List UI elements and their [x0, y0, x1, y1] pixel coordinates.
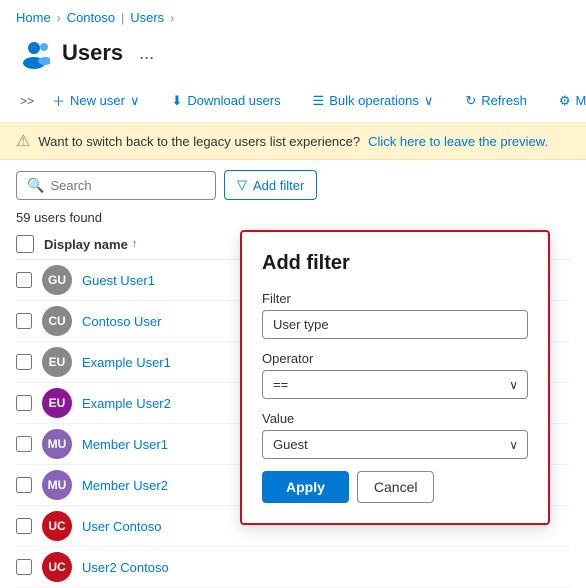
refresh-icon: ↻	[465, 93, 476, 109]
gear-icon: ⚙	[559, 93, 571, 109]
toolbar: >> ＋ New user ∨ ⬇ Download users ☰ Bulk …	[0, 79, 586, 123]
avatar: UC	[42, 552, 72, 582]
download-users-button[interactable]: ⬇ Download users	[161, 87, 290, 115]
avatar: GU	[42, 265, 72, 295]
user-name-link[interactable]: Member User1	[82, 437, 168, 452]
breadcrumb-sep-1: ›	[57, 11, 61, 25]
download-label: Download users	[187, 93, 280, 108]
row-checkbox[interactable]	[16, 354, 32, 370]
new-user-chevron: ∨	[130, 93, 140, 109]
add-filter-button[interactable]: ▽ Add filter	[224, 170, 317, 200]
user-name-link[interactable]: Example User2	[82, 396, 171, 411]
avatar: MU	[42, 429, 72, 459]
search-input[interactable]	[50, 178, 205, 193]
filter-panel-title: Add filter	[262, 252, 528, 275]
breadcrumb-sep-3: ›	[170, 11, 174, 25]
refresh-button[interactable]: ↻ Refresh	[455, 87, 536, 115]
filter-actions: Apply Cancel	[262, 471, 528, 503]
row-checkbox[interactable]	[16, 477, 32, 493]
page-header: Users ...	[0, 31, 586, 79]
page-more-btn[interactable]: ...	[133, 41, 160, 66]
breadcrumb-home[interactable]: Home	[16, 10, 51, 25]
bulk-label: Bulk operations	[329, 93, 419, 108]
avatar: CU	[42, 306, 72, 336]
apply-button[interactable]: Apply	[262, 471, 349, 503]
filter-field-input[interactable]	[262, 310, 528, 339]
new-user-label: New user	[70, 93, 125, 108]
user-name-link[interactable]: Contoso User	[82, 314, 161, 329]
value-label: Value	[262, 411, 528, 426]
avatar: EU	[42, 388, 72, 418]
filter-field-label: Filter	[262, 291, 528, 306]
user-name-link[interactable]: User Contoso	[82, 519, 161, 534]
preview-link[interactable]: Click here to leave the preview.	[368, 134, 548, 149]
table-row: UC User2 Contoso	[16, 547, 570, 588]
breadcrumb-users[interactable]: Users	[130, 10, 164, 25]
search-box: 🔍	[16, 171, 216, 200]
page-icon	[16, 35, 52, 71]
sort-arrow[interactable]: ↑	[132, 238, 138, 250]
row-checkbox[interactable]	[16, 436, 32, 452]
operator-label: Operator	[262, 351, 528, 366]
manage-button[interactable]: ⚙ Ma...	[549, 87, 586, 115]
add-filter-panel: Add filter Filter Operator == != startsW…	[240, 230, 550, 525]
row-checkbox[interactable]	[16, 313, 32, 329]
expand-btn[interactable]: >>	[16, 88, 38, 114]
user-name-link[interactable]: Example User1	[82, 355, 171, 370]
select-all-checkbox[interactable]	[16, 235, 34, 253]
search-area: 🔍 ▽ Add filter	[0, 160, 586, 206]
value-select[interactable]: Guest Member	[262, 430, 528, 459]
download-icon: ⬇	[171, 93, 182, 109]
cancel-button[interactable]: Cancel	[357, 471, 435, 503]
add-filter-label: Add filter	[253, 178, 304, 193]
preview-banner: ⚠ Want to switch back to the legacy user…	[0, 123, 586, 160]
user-name-link[interactable]: Guest User1	[82, 273, 155, 288]
bulk-icon: ☰	[313, 93, 325, 109]
filter-icon: ▽	[237, 177, 247, 193]
user-name-link[interactable]: Member User2	[82, 478, 168, 493]
row-checkbox[interactable]	[16, 272, 32, 288]
plus-icon: ＋	[52, 91, 65, 110]
display-name-header: Display name ↑	[44, 237, 137, 252]
user-name-link[interactable]: User2 Contoso	[82, 560, 169, 575]
row-checkbox[interactable]	[16, 559, 32, 575]
preview-text: Want to switch back to the legacy users …	[38, 134, 360, 149]
value-select-wrapper: Guest Member ∨	[262, 430, 528, 459]
operator-select-wrapper: == != startsWith endsWith contains ∨	[262, 370, 528, 399]
avatar: MU	[42, 470, 72, 500]
bulk-operations-button[interactable]: ☰ Bulk operations ∨	[303, 87, 444, 115]
bulk-chevron: ∨	[424, 93, 434, 109]
breadcrumb-sep-2: |	[121, 11, 124, 25]
avatar: UC	[42, 511, 72, 541]
operator-select[interactable]: == != startsWith endsWith contains	[262, 370, 528, 399]
avatar: EU	[42, 347, 72, 377]
user-count: 59 users found	[0, 206, 586, 231]
manage-label: Ma...	[575, 93, 586, 108]
breadcrumb: Home › Contoso | Users ›	[0, 0, 586, 31]
breadcrumb-contoso[interactable]: Contoso	[67, 10, 115, 25]
new-user-button[interactable]: ＋ New user ∨	[42, 85, 149, 116]
row-checkbox[interactable]	[16, 395, 32, 411]
search-icon: 🔍	[27, 177, 44, 194]
row-checkbox[interactable]	[16, 518, 32, 534]
page-title: Users	[62, 40, 123, 66]
refresh-label: Refresh	[481, 93, 527, 108]
warning-icon: ⚠	[16, 131, 30, 151]
